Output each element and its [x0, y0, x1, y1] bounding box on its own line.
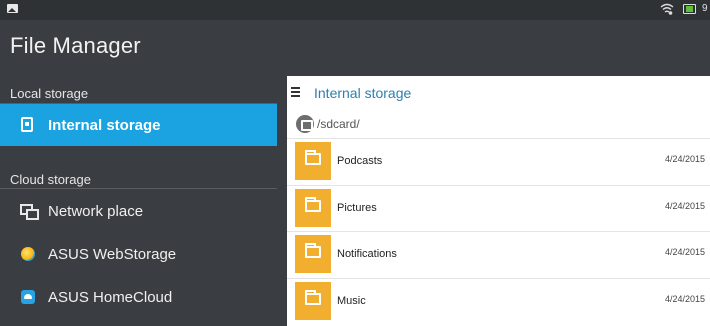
hamburger-menu-icon[interactable]: [291, 87, 300, 97]
asus-webstorage-icon: [21, 247, 35, 261]
file-name: Pictures: [337, 201, 377, 214]
file-date: 4/24/2015: [664, 247, 705, 257]
folder-icon: [305, 243, 321, 258]
drawer-item-asus-homecloud[interactable]: ASUS HomeCloud: [0, 276, 277, 318]
toolbar: Internal storage: [287, 76, 710, 110]
file-name: Music: [337, 294, 366, 307]
drawer-item-label: Internal storage: [48, 116, 161, 134]
file-name: Notifications: [337, 248, 397, 260]
drawer-item-network-place[interactable]: Network place: [0, 190, 277, 232]
status-time: 9: [702, 3, 708, 14]
folder-thumbnail: [295, 142, 331, 180]
drawer-item-label: Network place: [48, 202, 144, 220]
wifi-icon: [660, 3, 674, 15]
folder-icon: [305, 150, 321, 165]
section-label-cloud-storage: Cloud storage: [10, 172, 91, 187]
asus-homecloud-icon: [21, 290, 35, 304]
battery-charging-icon: [683, 4, 696, 14]
drawer-item-label: ASUS WebStorage: [48, 245, 177, 263]
folder-thumbnail: [295, 281, 331, 320]
list-item[interactable]: Notifications 4/24/2015: [287, 231, 710, 278]
folder-thumbnail: [295, 188, 331, 227]
drawer-item-asus-webstorage[interactable]: ASUS WebStorage: [0, 233, 277, 275]
file-date: 4/24/2015: [664, 200, 705, 211]
gallery-icon: [7, 4, 18, 13]
folder-icon: [305, 196, 321, 212]
path-bar: /sdcard/: [287, 112, 710, 138]
file-name: Podcasts: [337, 155, 383, 167]
network-place-icon: [20, 203, 39, 220]
divider: [0, 188, 277, 189]
list-item[interactable]: Podcasts 4/24/2015: [287, 138, 710, 185]
section-label-local-storage: Local storage: [10, 86, 89, 101]
path-breadcrumb[interactable]: /sdcard/: [317, 117, 360, 131]
folder-thumbnail: [295, 235, 331, 273]
app-title: File Manager: [10, 33, 141, 58]
folder-icon: [305, 289, 321, 305]
file-list: Podcasts 4/24/2015 Pictures 4/24/2015 No…: [287, 138, 710, 324]
status-bar: 9: [0, 0, 710, 20]
toolbar-title: Internal storage: [314, 85, 412, 101]
file-date: 4/24/2015: [664, 293, 705, 304]
internal-storage-icon: [21, 117, 33, 132]
sd-card-icon[interactable]: [296, 115, 314, 133]
drawer-item-label: ASUS HomeCloud: [48, 288, 173, 306]
file-browser-panel: Internal storage /sdcard/ Podcasts 4/24/…: [287, 76, 710, 326]
list-item[interactable]: Pictures 4/24/2015: [287, 184, 710, 232]
file-date: 4/24/2015: [664, 154, 705, 164]
drawer-item-internal-storage[interactable]: Internal storage: [0, 104, 277, 146]
navigation-drawer: Local storage Internal storage Cloud sto…: [0, 76, 285, 326]
list-item[interactable]: Music 4/24/2015: [287, 277, 710, 325]
